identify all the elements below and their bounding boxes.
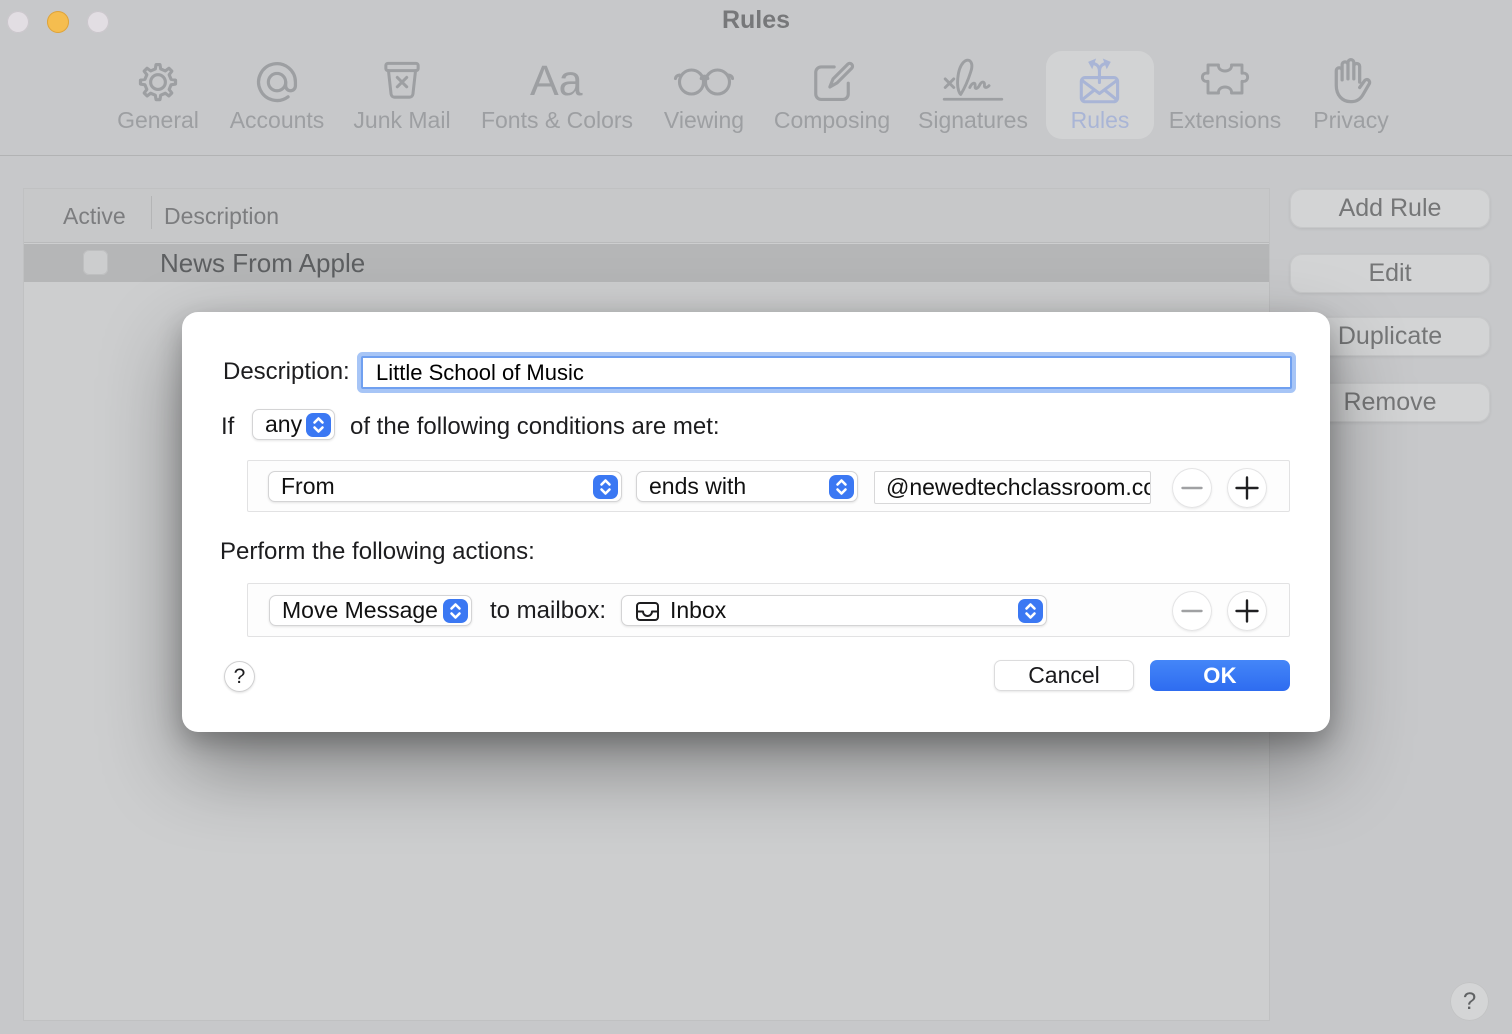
svg-text:Aa: Aa	[530, 57, 583, 103]
